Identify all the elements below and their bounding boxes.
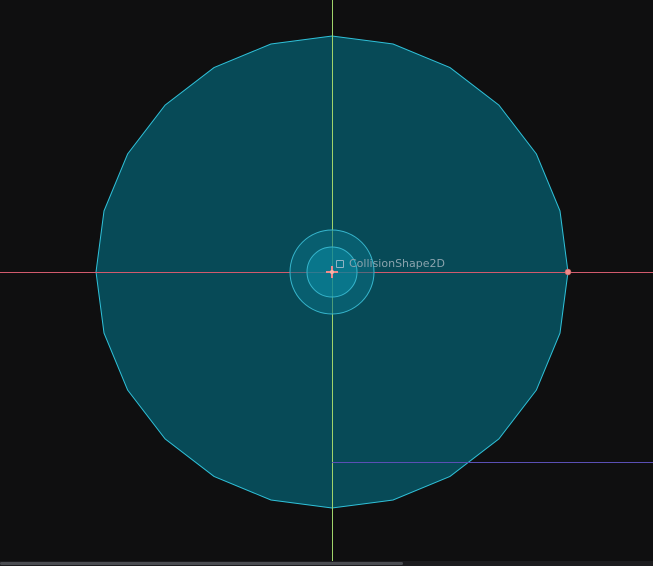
node-name-text: CollisionShape2D: [349, 257, 445, 270]
scrollbar-grabber[interactable]: [0, 562, 403, 565]
horizontal-scrollbar[interactable]: [0, 561, 653, 566]
radius-handle[interactable]: [564, 268, 572, 276]
canvas-viewport[interactable]: CollisionShape2D: [0, 0, 653, 566]
node-name-label: CollisionShape2D: [336, 257, 445, 270]
scene-canvas[interactable]: [0, 0, 653, 566]
collision-shape-2d-icon: [336, 259, 344, 268]
